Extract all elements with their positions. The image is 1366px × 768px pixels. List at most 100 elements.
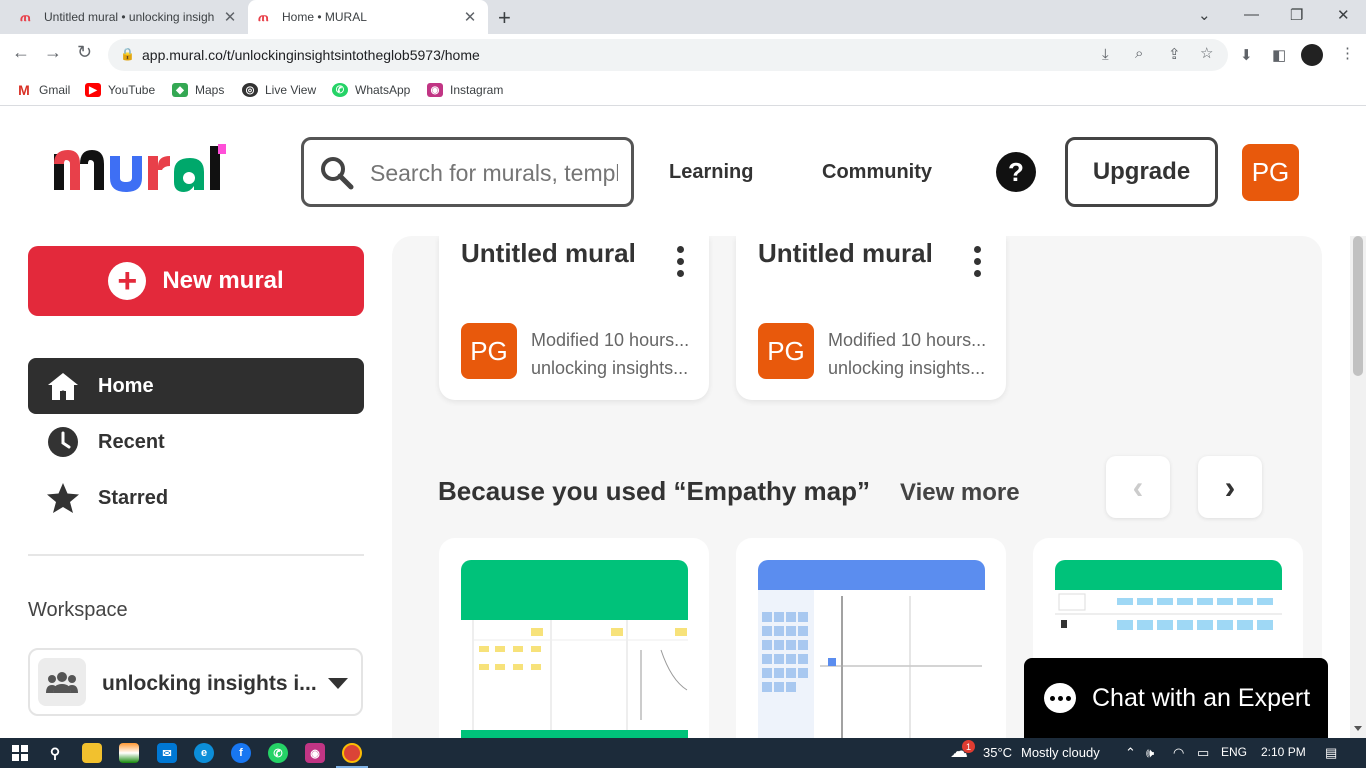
bookmark-instagram[interactable]: ◉ Instagram [427, 83, 503, 97]
weather-temp[interactable]: 35°C [983, 745, 1012, 760]
new-mural-button[interactable]: + New mural [28, 246, 364, 316]
clock-icon [28, 426, 98, 458]
sidebar-item-label: Home [98, 374, 154, 397]
more-options-icon[interactable] [974, 246, 982, 282]
profile-avatar-icon[interactable] [1301, 44, 1323, 66]
chevron-down-icon[interactable] [328, 678, 348, 689]
mural-meta: Modified 10 hours... unlocking insights.… [828, 326, 1000, 382]
gmail-icon: M [18, 82, 30, 98]
scrollbar-thumb[interactable] [1353, 236, 1363, 376]
notification-center-icon[interactable]: ▤ [1325, 745, 1337, 761]
battery-icon[interactable]: ▭ [1197, 745, 1209, 761]
bookmark-maps[interactable]: ◆ Maps [172, 83, 224, 97]
back-icon[interactable]: ← [12, 42, 30, 63]
whatsapp-icon[interactable]: ✆ [268, 743, 288, 763]
instagram-icon[interactable]: ◉ [305, 743, 325, 763]
avatar: PG [461, 323, 517, 379]
install-icon[interactable]: ⤓ [1102, 46, 1109, 63]
mural-card[interactable]: Untitled mural PG Modified 10 hours... u… [736, 236, 1006, 400]
mail-icon[interactable]: ✉ [157, 743, 177, 763]
mural-favicon-icon: ጠ [20, 9, 31, 24]
restore-icon[interactable]: ❐ [1290, 6, 1303, 24]
sidebar-item-home[interactable]: Home [28, 358, 364, 414]
language-indicator[interactable]: ENG [1221, 745, 1247, 759]
view-more-link[interactable]: View more [900, 479, 1020, 507]
search-input[interactable] [370, 158, 618, 188]
sidebar-divider [28, 554, 364, 556]
bookmark-live-view[interactable]: ◎ Live View [242, 83, 316, 97]
instagram-icon: ◉ [427, 83, 443, 97]
bookmark-gmail[interactable]: M Gmail [16, 82, 71, 98]
more-options-icon[interactable] [677, 246, 685, 282]
template-thumbnail [461, 560, 688, 738]
sidebar-item-starred[interactable]: Starred [28, 470, 364, 526]
lock-icon: 🔒 [120, 47, 135, 61]
edge-icon[interactable]: e [194, 743, 214, 763]
bookmark-star-icon[interactable]: ☆ [1200, 44, 1213, 62]
browser-tab-1[interactable]: ጠ Untitled mural • unlocking insigh ✕ [10, 0, 248, 34]
star-icon [28, 482, 98, 514]
mural-title: Untitled mural [461, 238, 636, 268]
nav-community[interactable]: Community [822, 161, 932, 184]
mural-logo[interactable] [52, 142, 232, 202]
mural-workspace: unlocking insights... [531, 358, 689, 378]
help-icon[interactable]: ? [996, 152, 1036, 192]
search-box[interactable] [301, 137, 634, 207]
template-card[interactable] [439, 538, 709, 738]
close-window-icon[interactable]: ✕ [1337, 6, 1350, 24]
minimize-icon[interactable]: — [1244, 6, 1259, 23]
tab-title: Home • MURAL [282, 10, 367, 24]
carousel-next-button[interactable]: › [1198, 456, 1262, 518]
facebook-icon[interactable]: f [231, 743, 251, 763]
new-tab-icon[interactable]: + [498, 5, 511, 31]
bookmarks-bar: M Gmail ▶ YouTube ◆ Maps ◎ Live View ✆ W… [0, 76, 1366, 106]
chevron-up-icon[interactable]: ⌃ [1125, 745, 1136, 761]
zoom-icon[interactable]: ⌕ [1135, 45, 1143, 62]
chrome-icon[interactable] [342, 743, 362, 763]
workspace-selector[interactable]: unlocking insights i... [28, 648, 363, 716]
close-tab-icon[interactable]: ✕ [462, 8, 478, 26]
bookmark-youtube[interactable]: ▶ YouTube [85, 83, 155, 97]
weather-desc[interactable]: Mostly cloudy [1021, 745, 1100, 760]
windows-start-icon[interactable] [10, 743, 30, 763]
url-text: app.mural.co/t/unlockinginsightsintotheg… [142, 47, 480, 63]
address-bar[interactable]: 🔒 app.mural.co/t/unlockinginsightsintoth… [108, 39, 1228, 71]
notification-badge: 1 [962, 740, 975, 753]
globe-icon: ◎ [242, 83, 258, 97]
chat-with-expert-button[interactable]: Chat with an Expert [1024, 658, 1328, 738]
whatsapp-icon: ✆ [332, 83, 348, 97]
taskbar-search-icon[interactable]: ⚲ [45, 743, 65, 763]
close-tab-icon[interactable]: ✕ [222, 8, 238, 26]
browser-tab-2[interactable]: ጠ Home • MURAL ✕ [248, 0, 488, 34]
forward-icon[interactable]: → [44, 42, 62, 63]
nav-learning[interactable]: Learning [669, 161, 753, 184]
mural-title: Untitled mural [758, 238, 933, 268]
wifi-icon[interactable]: ◠ [1173, 745, 1184, 761]
bookmark-whatsapp[interactable]: ✆ WhatsApp [332, 83, 410, 97]
sidebar-item-recent[interactable]: Recent [28, 414, 364, 470]
mural-card[interactable]: Untitled mural PG Modified 10 hours... u… [439, 236, 709, 400]
chat-bubble-icon [1044, 683, 1076, 713]
reload-icon[interactable]: ↻ [77, 42, 92, 63]
clock[interactable]: 2:10 PM [1261, 745, 1306, 759]
flag-app-icon[interactable] [119, 743, 139, 763]
file-explorer-icon[interactable] [82, 743, 102, 763]
volume-icon[interactable]: 🕪 [1146, 745, 1154, 761]
mural-modified: Modified 10 hours... [531, 330, 690, 350]
bookmark-label: Gmail [39, 83, 71, 97]
scroll-down-icon[interactable] [1354, 726, 1362, 731]
browser-tabstrip: ጠ Untitled mural • unlocking insigh ✕ ጠ … [0, 0, 1366, 34]
people-icon [38, 658, 86, 706]
share-icon[interactable]: ⇪ [1168, 45, 1181, 63]
page-scrollbar[interactable] [1350, 236, 1366, 738]
template-card[interactable] [736, 538, 1006, 738]
tab-search-icon[interactable]: ⌄ [1198, 6, 1211, 24]
downloads-icon[interactable]: ⬇ [1240, 46, 1253, 64]
carousel-prev-button[interactable]: ‹ [1106, 456, 1170, 518]
workspace-label: Workspace [28, 599, 128, 621]
menu-kebab-icon[interactable]: ⋮ [1340, 44, 1355, 62]
sidebar-item-label: Recent [98, 430, 165, 453]
side-panel-icon[interactable]: ◧ [1272, 46, 1286, 64]
upgrade-button[interactable]: Upgrade [1065, 137, 1218, 207]
user-avatar[interactable]: PG [1242, 144, 1299, 201]
